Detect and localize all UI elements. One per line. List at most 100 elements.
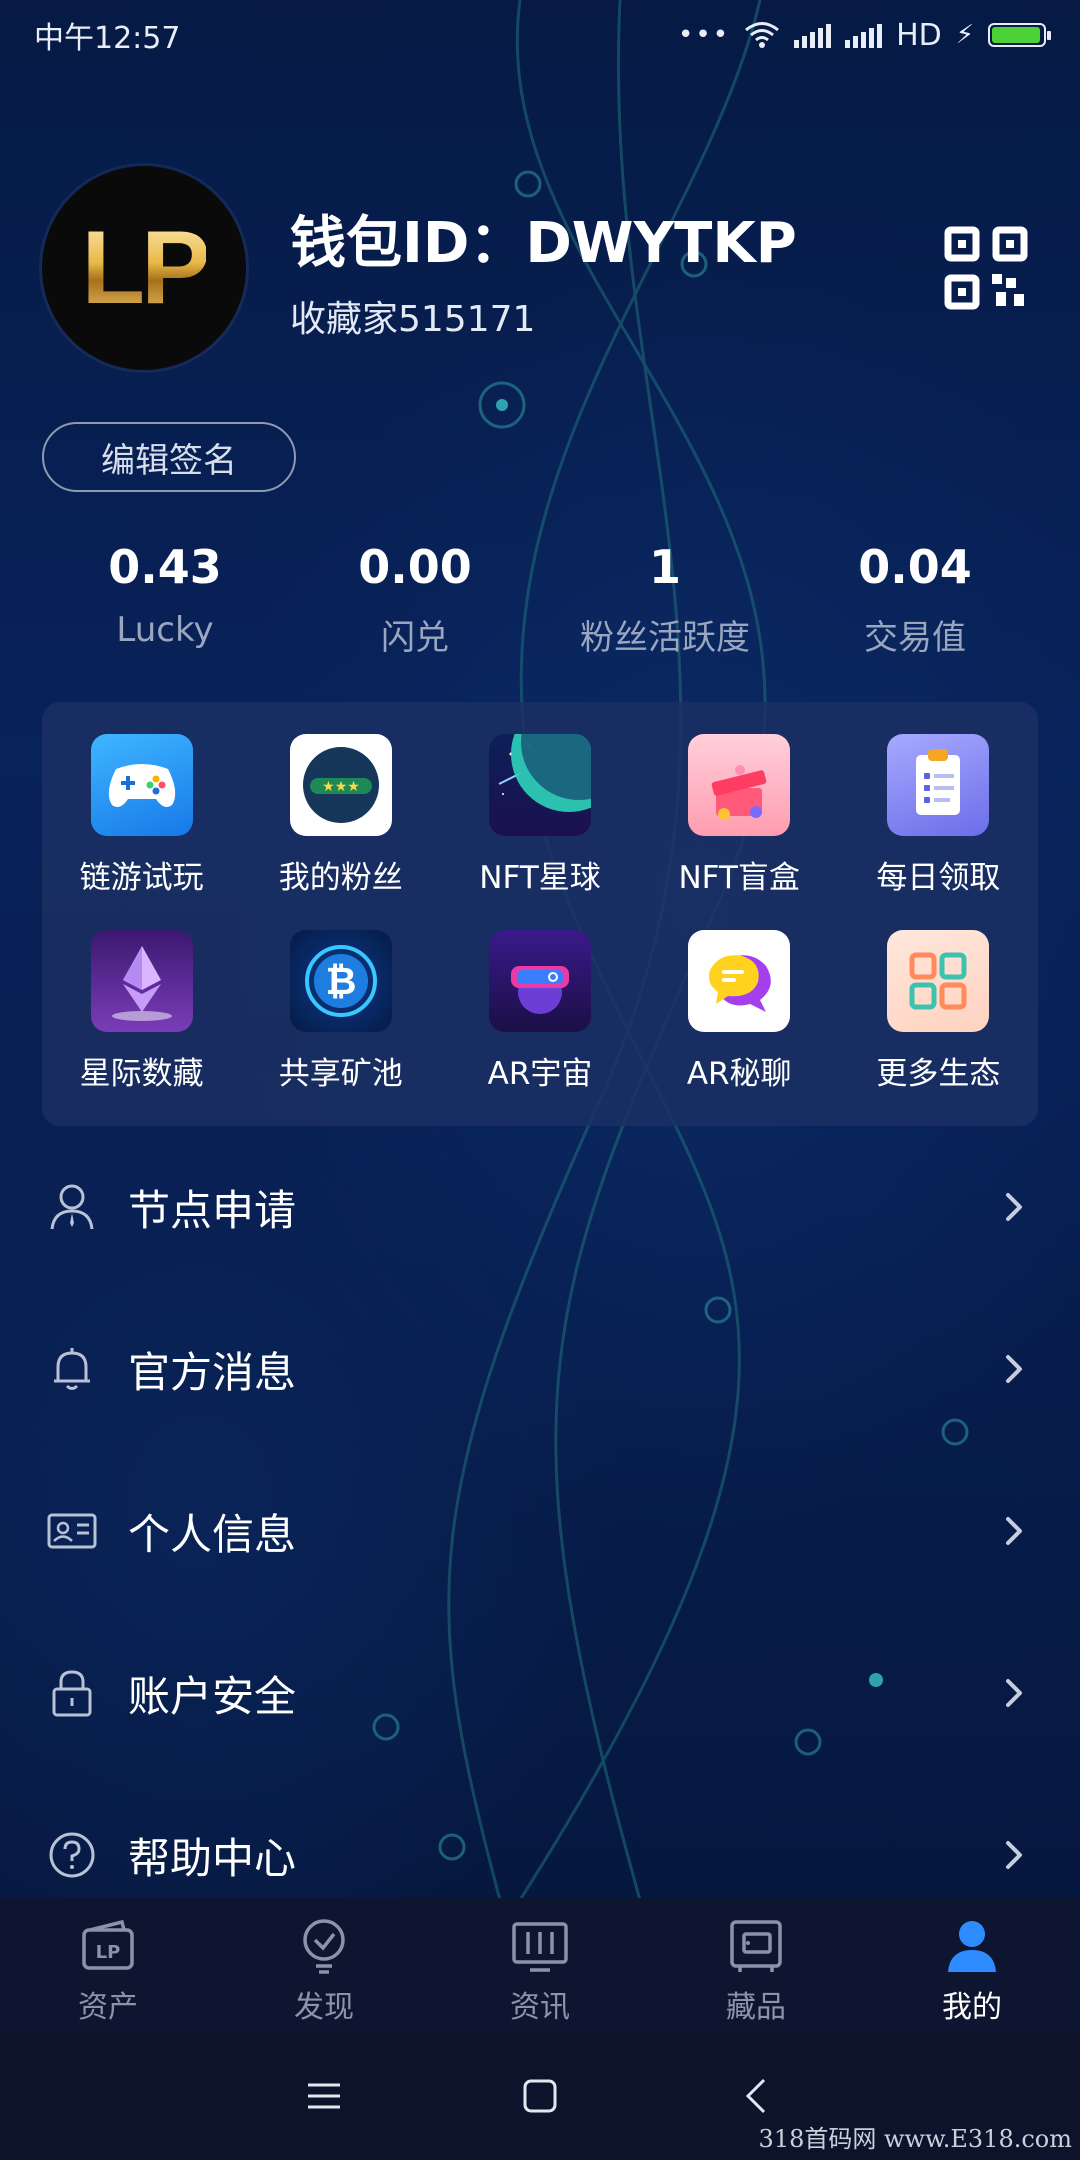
- nav-label: 资讯: [510, 1990, 570, 2025]
- grid-label: 共享矿池: [278, 1056, 403, 1092]
- menu-label: 官方消息: [128, 1347, 297, 1397]
- avatar[interactable]: LP: [42, 166, 246, 370]
- tab-news[interactable]: 资讯: [432, 1898, 648, 2032]
- home-button[interactable]: [432, 2056, 648, 2136]
- grid-label: 我的粉丝: [278, 860, 403, 896]
- tab-assets[interactable]: LP 资产: [0, 1898, 216, 2032]
- network-type: HD: [896, 17, 942, 53]
- menu-label: 个人信息: [128, 1509, 297, 1559]
- chat-bubbles-icon: [688, 930, 791, 1032]
- stats-row: 0.43 Lucky 0.00 闪兑 1 粉丝活跃度 0.04 交易值: [0, 540, 1080, 659]
- battery-fill: [992, 27, 1040, 43]
- discover-icon: [303, 1919, 345, 1974]
- stat-value: 0.43: [108, 540, 222, 594]
- grid-label: 每日领取: [876, 860, 1001, 896]
- grid-item-shared-mining-pool[interactable]: ₿ 共享矿池: [241, 930, 440, 1126]
- clipboard-icon: [887, 734, 990, 836]
- stat-label: 闪兑: [381, 618, 449, 658]
- avatar-logo-text: LP: [81, 209, 211, 326]
- planet-icon: [488, 734, 591, 836]
- grid-item-chain-game[interactable]: 链游试玩: [42, 734, 241, 930]
- stat-value: 1: [648, 540, 681, 594]
- stat-label: 交易值: [864, 618, 966, 658]
- grid-label: NFT星球: [479, 860, 601, 896]
- stat-flash-exchange[interactable]: 0.00 闪兑: [290, 540, 540, 659]
- news-icon: [512, 1922, 568, 1972]
- feature-grid: 链游试玩 ★★★ 我的粉丝 NFT星球 NFT盲盒 每日领取 星际数藏 ₿ 共享…: [42, 702, 1038, 1126]
- tab-mine[interactable]: 我的: [864, 1898, 1080, 2032]
- qr-code-icon[interactable]: [944, 226, 1028, 310]
- stat-label: Lucky: [116, 610, 214, 650]
- svg-text:LP: LP: [96, 1942, 121, 1963]
- wallet-id: 钱包ID：DWYTKP: [290, 211, 797, 276]
- hamburger-icon: [308, 2083, 340, 2109]
- square-home-icon: [523, 2079, 557, 2113]
- grid-label: 更多生态: [876, 1056, 1001, 1092]
- grid-item-ar-secret-chat[interactable]: AR秘聊: [640, 930, 839, 1126]
- charging-icon: ⚡: [955, 20, 974, 50]
- apps-grid-icon: [887, 930, 990, 1032]
- signal-icon: [794, 22, 832, 48]
- tab-discover[interactable]: 发现: [216, 1898, 432, 2032]
- system-nav-bar: 318首码网 www.E318.com: [0, 2032, 1080, 2160]
- stat-trade-value[interactable]: 0.04 交易值: [790, 540, 1040, 659]
- bell-icon: [54, 1348, 90, 1390]
- stat-lucky[interactable]: 0.43 Lucky: [40, 540, 290, 659]
- stat-value: 0.04: [858, 540, 972, 594]
- grid-item-interstellar-collection[interactable]: 星际数藏: [42, 930, 241, 1126]
- collector-name: 收藏家515171: [290, 299, 536, 340]
- profile-icon: [948, 1921, 996, 1972]
- stat-label: 粉丝活跃度: [580, 618, 750, 658]
- grid-item-daily-claim[interactable]: 每日领取: [839, 734, 1038, 930]
- bitcoin-icon: ₿: [289, 930, 392, 1032]
- gift-box-icon: [688, 734, 791, 836]
- collection-icon: [730, 1920, 782, 1972]
- grid-label: 星际数藏: [79, 1056, 204, 1092]
- app-root: 中午12:57 ••• HD ⚡ LP 钱包ID：DWYTKP 收藏家51517…: [0, 0, 1080, 2160]
- menu-label: 帮助中心: [128, 1833, 297, 1883]
- grid-item-ar-universe[interactable]: AR宇宙: [440, 930, 639, 1126]
- chevron-right-icon: [1006, 1517, 1022, 1545]
- user-icon: [50, 1184, 94, 1230]
- signal-icon-2: [845, 22, 883, 48]
- grid-item-more-ecosystem[interactable]: 更多生态: [839, 930, 1038, 1126]
- edit-signature-button[interactable]: 编辑签名: [42, 422, 296, 492]
- grid-item-nft-planet[interactable]: NFT星球: [440, 734, 639, 930]
- menu-item-account-security[interactable]: 账户安全: [0, 1612, 1080, 1774]
- status-bar: 中午12:57 ••• HD ⚡: [0, 0, 1080, 70]
- svg-text:★★★: ★★★: [322, 779, 360, 795]
- ethereum-crystal-icon: [90, 930, 193, 1032]
- grid-label: AR秘聊: [686, 1056, 792, 1092]
- stat-fan-activity[interactable]: 1 粉丝活跃度: [540, 540, 790, 659]
- nav-label: 藏品: [726, 1990, 786, 2025]
- chevron-right-icon: [1006, 1679, 1022, 1707]
- grid-item-nft-blind-box[interactable]: NFT盲盒: [640, 734, 839, 930]
- menu-label: 节点申请: [128, 1185, 297, 1235]
- menu-button[interactable]: [216, 2056, 432, 2136]
- svg-text:₿: ₿: [325, 959, 356, 1003]
- lock-icon: [52, 1670, 92, 1717]
- grid-label: AR宇宙: [487, 1056, 593, 1092]
- tab-collection[interactable]: 藏品: [648, 1898, 864, 2032]
- menu-item-personal-info[interactable]: 个人信息: [0, 1450, 1080, 1612]
- menu-item-official-messages[interactable]: 官方消息: [0, 1288, 1080, 1450]
- nav-label: 发现: [294, 1990, 354, 2025]
- more-dots-icon: •••: [678, 20, 731, 50]
- settings-menu: 节点申请 官方消息 个人信息 账户安全 帮助中心: [0, 1126, 1080, 1936]
- menu-label: 账户安全: [128, 1671, 297, 1721]
- bottom-nav: LP 资产 发现 资讯 藏品 我的: [0, 1898, 1080, 2032]
- gamepad-icon: [90, 734, 193, 836]
- help-icon: [49, 1832, 95, 1878]
- back-chevron-icon: [745, 2078, 766, 2114]
- nav-label: 资产: [78, 1990, 138, 2025]
- vr-headset-icon: [488, 930, 591, 1032]
- grid-label: 链游试玩: [79, 860, 204, 896]
- chevron-right-icon: [1006, 1841, 1022, 1869]
- stat-value: 0.00: [358, 540, 472, 594]
- menu-item-node-application[interactable]: 节点申请: [0, 1126, 1080, 1288]
- wifi-icon: [745, 22, 780, 48]
- grid-item-my-fans[interactable]: ★★★ 我的粉丝: [241, 734, 440, 930]
- grid-label: NFT盲盒: [678, 860, 800, 896]
- battery-icon: [988, 23, 1051, 47]
- chevron-right-icon: [1006, 1193, 1022, 1221]
